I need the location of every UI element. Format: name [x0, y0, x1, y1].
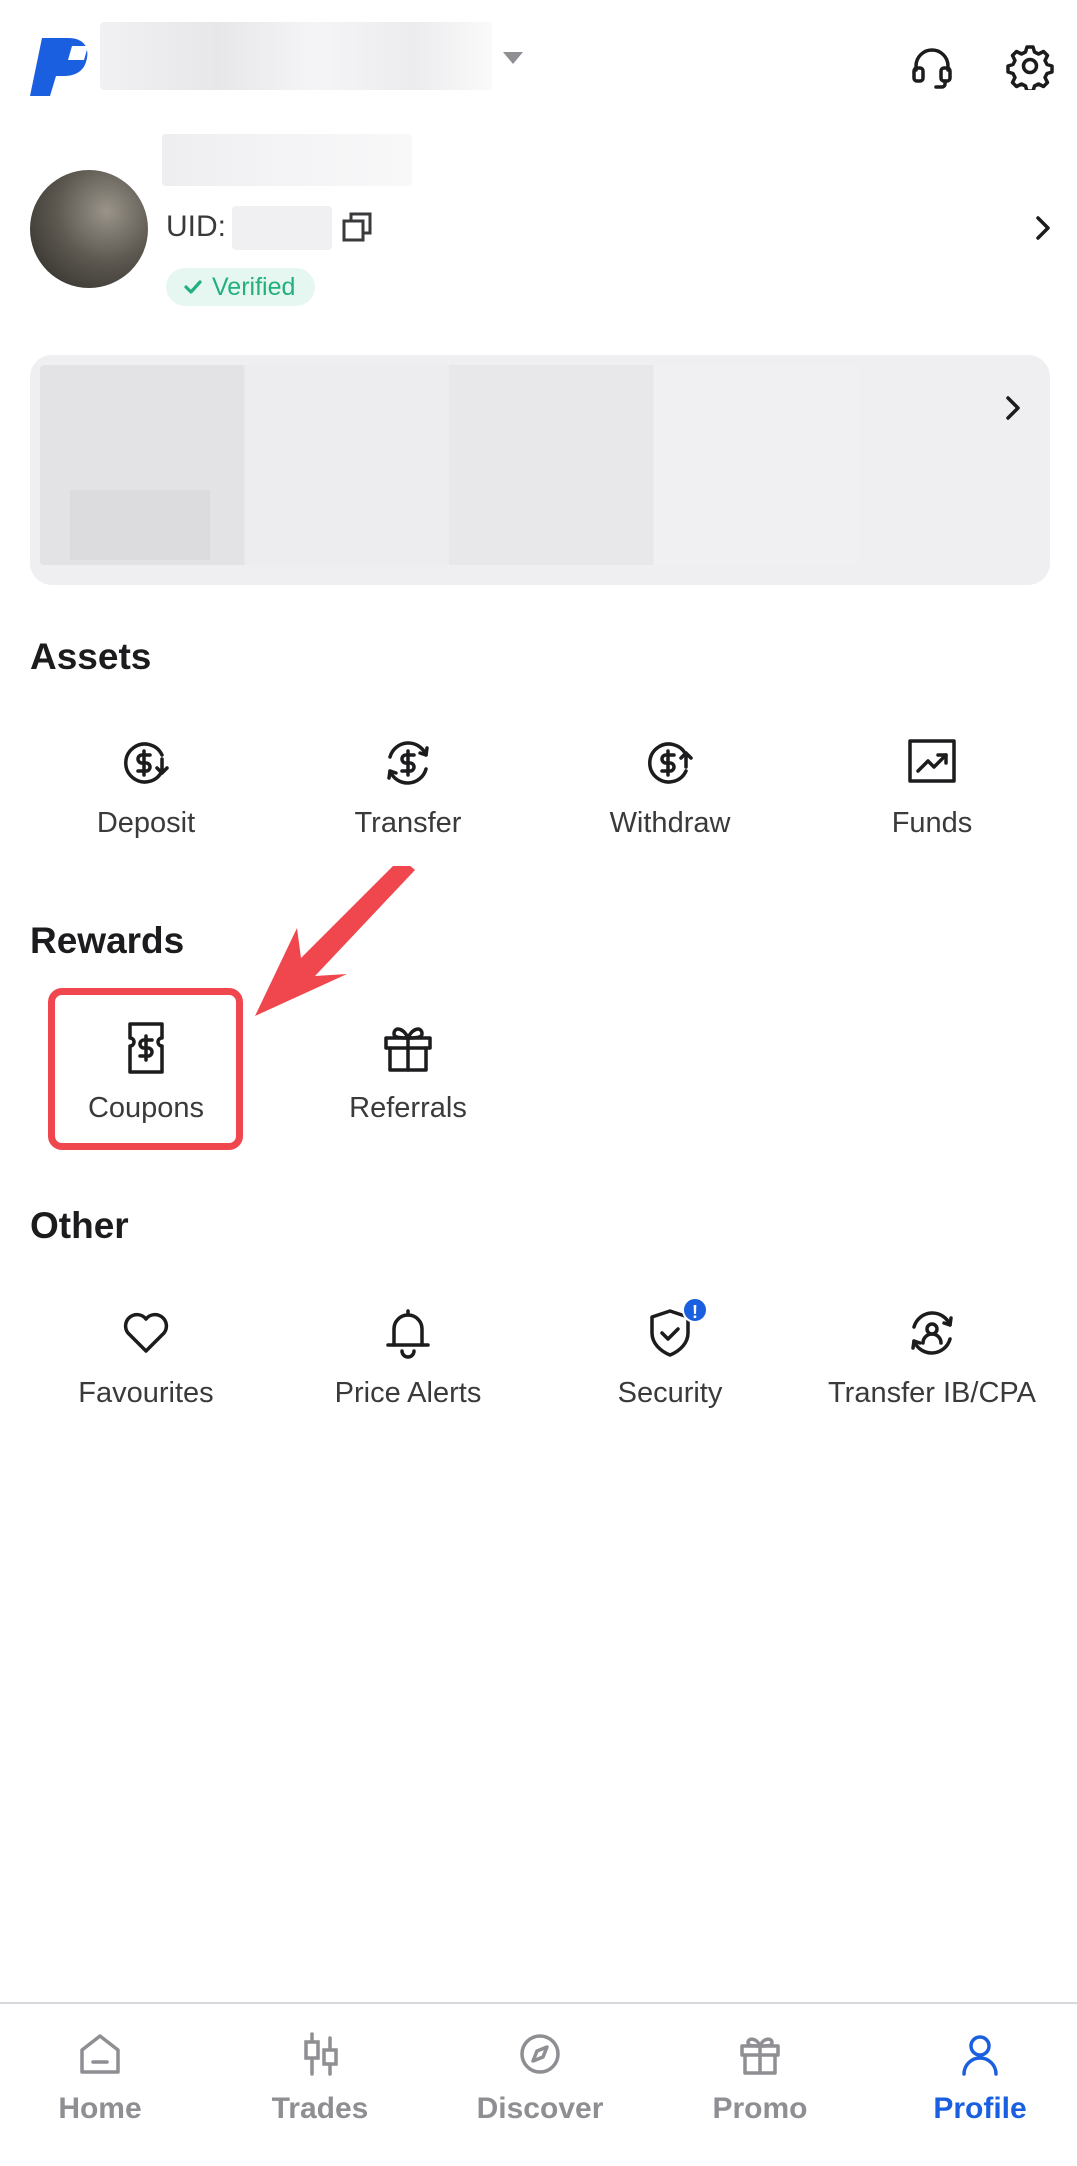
headset-icon[interactable] — [908, 42, 956, 90]
gift-icon — [740, 2037, 780, 2075]
withdraw-button[interactable]: Withdraw — [550, 735, 790, 840]
home-icon — [80, 2034, 120, 2074]
bottom-navigation: Home Trades Discover Promo Profile — [0, 2002, 1077, 2166]
user-transfer-icon — [904, 1305, 960, 1361]
withdraw-icon — [642, 735, 698, 791]
withdraw-label: Withdraw — [609, 807, 731, 839]
nav-profile-label: Profile — [933, 2092, 1027, 2125]
deposit-button[interactable]: Deposit — [26, 735, 266, 840]
chart-up-icon — [904, 735, 960, 791]
transfer-icon — [380, 735, 436, 791]
section-title-rewards: Rewards — [30, 920, 185, 961]
funds-label: Funds — [891, 807, 973, 839]
transfer-label: Transfer — [354, 807, 462, 839]
card-content-redacted — [40, 365, 858, 565]
deposit-icon — [118, 735, 174, 791]
top-header — [0, 0, 1077, 130]
chevron-right-icon[interactable] — [1028, 210, 1058, 246]
user-icon — [962, 2035, 998, 2076]
gift-icon — [380, 1020, 436, 1076]
section-title-other: Other — [30, 1205, 129, 1246]
transfer-button[interactable]: Transfer — [288, 735, 528, 840]
transfer-ib-cpa-label: Transfer IB/CPA — [828, 1377, 1036, 1409]
referrals-label: Referrals — [349, 1092, 467, 1124]
nav-trades[interactable]: Trades — [230, 2030, 410, 2126]
nav-home-label: Home — [58, 2092, 142, 2125]
pointer-arrow-icon — [255, 866, 415, 1016]
bell-icon — [380, 1305, 436, 1361]
nav-promo-label: Promo — [712, 2092, 808, 2125]
avatar[interactable] — [30, 170, 148, 288]
price-alerts-button[interactable]: Price Alerts — [288, 1305, 528, 1410]
security-label: Security — [617, 1377, 723, 1409]
nav-promo[interactable]: Promo — [670, 2030, 850, 2126]
coupons-highlight-frame — [48, 988, 243, 1150]
verified-badge: Verified — [166, 268, 316, 306]
account-name-redacted[interactable] — [100, 22, 492, 90]
copy-icon[interactable] — [340, 210, 374, 244]
compass-icon — [520, 2034, 560, 2074]
favourites-label: Favourites — [78, 1377, 214, 1409]
nav-discover-label: Discover — [476, 2092, 604, 2125]
uid-value-redacted — [232, 206, 332, 250]
brand-logo — [30, 38, 88, 96]
price-alerts-label: Price Alerts — [334, 1377, 482, 1409]
check-icon — [184, 280, 202, 294]
nav-discover[interactable]: Discover — [450, 2030, 630, 2126]
nav-home[interactable]: Home — [10, 2030, 190, 2126]
transfer-ib-cpa-button[interactable]: Transfer IB/CPA — [812, 1305, 1052, 1410]
section-title-assets: Assets — [30, 636, 152, 677]
referrals-button[interactable]: Referrals — [288, 1020, 528, 1125]
gear-icon[interactable] — [1006, 42, 1054, 93]
deposit-label: Deposit — [96, 807, 196, 839]
funds-button[interactable]: Funds — [812, 735, 1052, 840]
uid-label: UID: — [166, 210, 226, 243]
nav-profile[interactable]: Profile — [890, 2030, 1070, 2126]
favourites-button[interactable]: Favourites — [26, 1305, 266, 1410]
heart-icon — [118, 1305, 174, 1361]
profile-summary[interactable]: UID: Verified — [0, 130, 1077, 320]
chevron-down-icon[interactable] — [503, 52, 523, 64]
chevron-right-icon[interactable] — [998, 390, 1028, 426]
security-alert-badge: ! — [682, 1297, 708, 1323]
nav-trades-label: Trades — [271, 2092, 369, 2125]
shield-icon: ! — [642, 1297, 708, 1361]
verified-label: Verified — [212, 272, 296, 301]
user-name-redacted — [162, 134, 412, 186]
account-overview-card[interactable] — [30, 355, 1050, 585]
candlestick-icon — [304, 2032, 338, 2076]
security-button[interactable]: ! Security — [550, 1297, 790, 1410]
